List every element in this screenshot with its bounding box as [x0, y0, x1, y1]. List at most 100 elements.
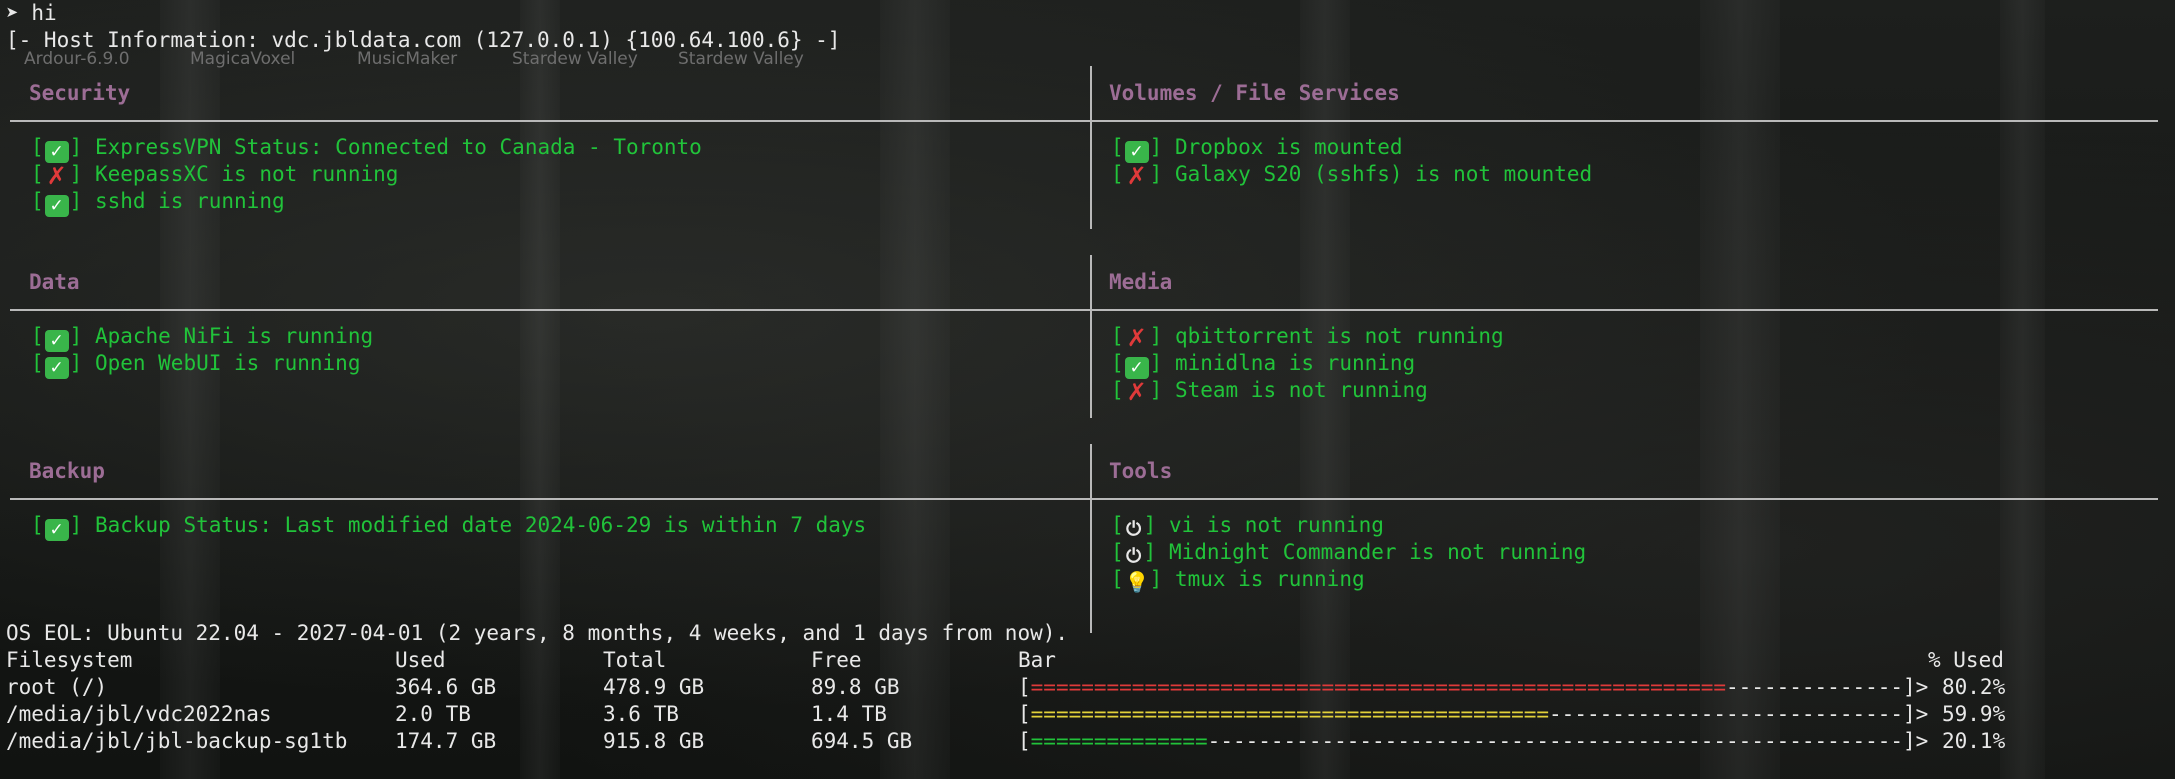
desktop-wallpaper — [0, 0, 2175, 779]
check-icon: ✓ — [44, 141, 69, 163]
bracket: [ — [1111, 324, 1124, 348]
status-text: sshd is running — [94, 189, 285, 213]
section-title-media: Media — [1109, 270, 1173, 294]
cell-free: 694.5 GB — [811, 729, 913, 753]
bracket: [ — [1111, 513, 1124, 537]
check-icon: ✓ — [44, 195, 69, 217]
bracket: ] — [69, 162, 95, 186]
table-row: root (/) 364.6 GB 478.9 GB 89.8 GB [========… — [6, 674, 2005, 701]
section-underline — [10, 120, 1090, 122]
table-row: /media/jbl/jbl-backup-sg1tb 174.7 GB 915.8… — [6, 728, 2005, 755]
cell-total: 915.8 GB — [603, 729, 705, 753]
status-text: minidlna is running — [1174, 351, 1416, 375]
status-item: [✗] Galaxy S20 (sshfs) is not mounted — [1111, 161, 1592, 188]
host-information-line: [- Host Information: vdc.jbldata.com (12… — [6, 28, 841, 52]
status-text: KeepassXC is not running — [94, 162, 399, 186]
status-text: ExpressVPN Status: Connected to Canada -… — [94, 135, 702, 159]
header-used: Used — [395, 648, 446, 672]
cross-icon: ✗ — [1126, 324, 1147, 352]
cell-used: 2.0 TB — [395, 702, 471, 726]
usage-bar: [==============-------------------------… — [1018, 729, 1929, 753]
cell-percent-used: 20.1% — [1942, 729, 2006, 753]
table-row: /media/jbl/vdc2022nas 2.0 TB 3.6 TB 1.4 TB [… — [6, 701, 2005, 728]
cell-filesystem: root (/) — [6, 675, 108, 699]
section-title-volumes-file-services: Volumes / File Services — [1109, 81, 1400, 105]
cell-used: 174.7 GB — [395, 729, 497, 753]
cell-filesystem: /media/jbl/vdc2022nas — [6, 702, 272, 726]
bracket: [ — [31, 162, 44, 186]
status-text: tmux is running — [1174, 567, 1365, 591]
filesystem-table-header: Filesystem Used Total Free Bar % Used — [6, 647, 2004, 674]
bracket: ] — [1149, 378, 1175, 402]
bracket: ] — [69, 324, 95, 348]
bracket: [ — [31, 351, 44, 375]
bracket: ] — [69, 351, 95, 375]
bracket: [ — [31, 135, 44, 159]
section-title-tools: Tools — [1109, 459, 1173, 483]
section-title-data: Data — [29, 270, 80, 294]
status-item: [✓] Open WebUI is running — [31, 350, 361, 379]
cell-free: 89.8 GB — [811, 675, 900, 699]
header-filesystem: Filesystem — [6, 648, 133, 672]
bracket: [ — [1111, 135, 1124, 159]
bracket: ] — [1149, 324, 1175, 348]
bracket: ] — [69, 513, 95, 537]
header-free: Free — [811, 648, 862, 672]
status-item: [⏻] vi is not running — [1111, 512, 1384, 540]
section-underline — [1092, 120, 2158, 122]
bracket: [ — [1111, 378, 1124, 402]
bracket: [ — [31, 189, 44, 213]
section-underline — [1092, 498, 2158, 500]
usage-bar-fill: ========================================… — [1030, 675, 1727, 699]
section-underline — [10, 309, 1090, 311]
status-text: qbittorrent is not running — [1174, 324, 1504, 348]
status-item: [⏻] Midnight Commander is not running — [1111, 539, 1587, 567]
status-text: Apache NiFi is running — [94, 324, 374, 348]
status-item: [✗] KeepassXC is not running — [31, 161, 398, 188]
header-total: Total — [603, 648, 667, 672]
power-icon: ⏻ — [1126, 518, 1142, 540]
bracket: [ — [31, 324, 44, 348]
bracket: ] — [69, 135, 95, 159]
section-title-backup: Backup — [29, 459, 105, 483]
filesystem-table: Filesystem Used Total Free Bar % Used ro… — [6, 647, 2005, 755]
bracket: [ — [31, 513, 44, 537]
bracket: ] — [1143, 513, 1169, 537]
power-icon: ⏻ — [1126, 545, 1142, 567]
bracket: ] — [1143, 540, 1169, 564]
section-underline — [1092, 309, 2158, 311]
usage-bar-fill: ============== — [1030, 729, 1208, 753]
cell-total: 3.6 TB — [603, 702, 679, 726]
status-item: [✓] Backup Status: Last modified date 20… — [31, 512, 867, 541]
header-bar: Bar — [1018, 648, 1056, 672]
bracket: [ — [1111, 540, 1124, 564]
cell-filesystem: /media/jbl/jbl-backup-sg1tb — [6, 729, 348, 753]
check-icon: ✓ — [44, 357, 69, 379]
status-text: Steam is not running — [1174, 378, 1428, 402]
status-item: [✓] Apache NiFi is running — [31, 323, 374, 352]
cell-percent-used: 59.9% — [1942, 702, 2006, 726]
status-item: [✓] Dropbox is mounted — [1111, 134, 1403, 163]
status-item: [✓] ExpressVPN Status: Connected to Cana… — [31, 134, 702, 163]
bracket: ] — [1149, 162, 1175, 186]
status-text: Midnight Commander is not running — [1168, 540, 1587, 564]
status-item: [✓] minidlna is running — [1111, 350, 1416, 379]
bracket: ] — [1149, 135, 1175, 159]
section-underline — [10, 498, 1090, 500]
check-icon: ✓ — [1124, 141, 1149, 163]
status-text: Dropbox is mounted — [1174, 135, 1403, 159]
check-icon: ✓ — [44, 330, 69, 352]
bracket: [ — [1111, 567, 1124, 591]
cross-icon: ✗ — [1126, 162, 1147, 190]
status-text: Backup Status: Last modified date 2024-0… — [94, 513, 867, 537]
cell-used: 364.6 GB — [395, 675, 497, 699]
bracket: ] — [1149, 351, 1175, 375]
os-eol-line: OS EOL: Ubuntu 22.04 - 2027-04-01 (2 yea… — [6, 621, 1069, 645]
column-divider — [1090, 444, 1092, 633]
status-text: Open WebUI is running — [94, 351, 361, 375]
status-item: [✗] Steam is not running — [1111, 377, 1428, 404]
bracket: [ — [1111, 162, 1124, 186]
section-title-security: Security — [29, 81, 131, 105]
status-item: [💡] tmux is running — [1111, 566, 1365, 593]
column-divider — [1090, 255, 1092, 418]
